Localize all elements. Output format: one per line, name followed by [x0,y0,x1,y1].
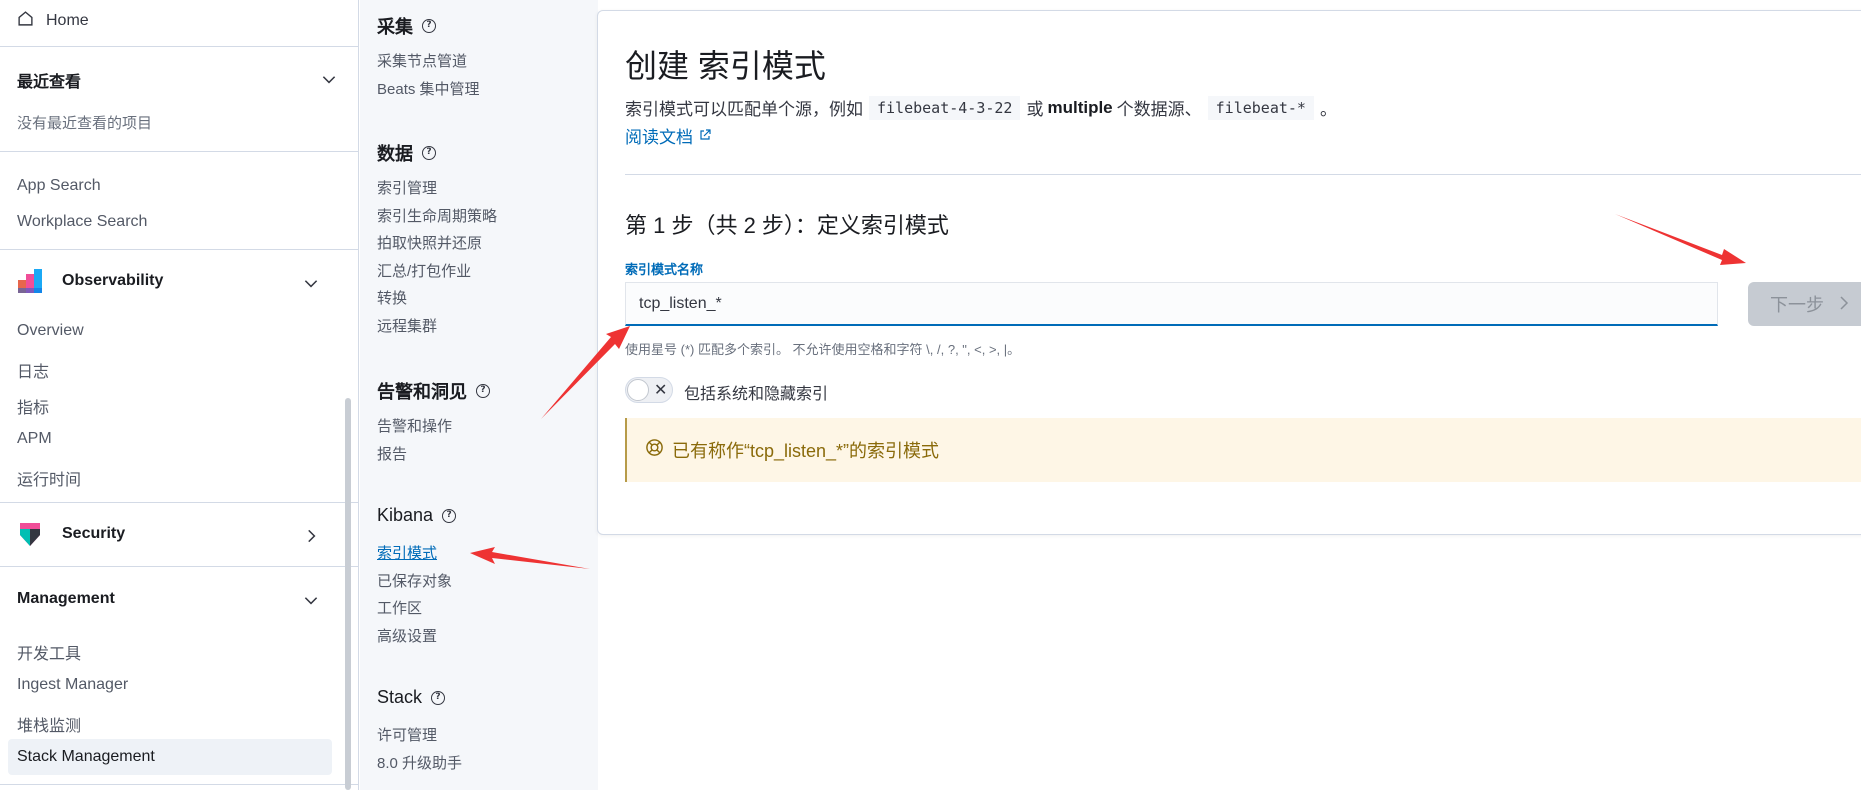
section-title-ingest: 采集? [377,13,436,39]
divider [0,784,359,785]
question-icon[interactable]: ? [442,508,457,523]
include-system-indices-label: 包括系统和隐藏索引 [684,386,829,403]
page-description: 索引模式可以匹配单个源，例如 filebeat-4-3-22 或 multipl… [625,95,1337,120]
chevron-down-icon[interactable] [302,591,320,609]
chevron-down-icon[interactable] [302,274,320,292]
read-docs-link[interactable]: 阅读文档 [625,123,711,148]
create-index-pattern-panel: 创建 索引模式 索引模式可以匹配单个源，例如 filebeat-4-3-22 或… [597,10,1861,535]
home-label: Home [46,12,89,29]
nav-reporting[interactable]: 报告 [377,443,407,464]
nav-license-management[interactable]: 许可管理 [377,724,437,745]
question-icon[interactable]: ? [476,384,490,398]
divider [0,502,359,503]
nav-index-management[interactable]: 索引管理 [377,177,437,198]
observability-item-metrics[interactable]: 指标 [17,394,49,418]
workplace-search-link[interactable]: Workplace Search [17,213,147,231]
observability-group-title[interactable]: Observability [62,272,163,290]
nav-saved-objects[interactable]: 已保存对象 [377,570,452,591]
section-title-kibana: Kibana? [377,505,457,526]
nav-alerts-actions[interactable]: 告警和操作 [377,415,452,436]
index-pattern-name-input[interactable] [625,282,1718,326]
nav-transforms[interactable]: 转换 [377,287,407,308]
question-icon[interactable]: ? [422,19,436,33]
observability-item-logs[interactable]: 日志 [17,358,49,382]
recent-group-title[interactable]: 最近查看 [17,68,81,92]
left-nav: Home 最近查看 没有最近查看的项目 App Search Workplace… [0,0,359,790]
management-side-nav: 采集? 采集节点管道 Beats 集中管理 数据? 索引管理 索引生命周期策略 … [360,0,598,790]
app-search-link[interactable]: App Search [17,177,101,195]
nav-snapshot-restore[interactable]: 拍取快照并还原 [377,232,482,253]
close-icon: ✕ [654,380,668,399]
observability-logo-icon [17,268,43,294]
nav-ingest-pipelines[interactable]: 采集节点管道 [377,50,467,71]
management-group-title[interactable]: Management [17,590,115,608]
nav-index-patterns[interactable]: 索引模式 [377,542,437,563]
recent-empty-text: 没有最近查看的项目 [17,115,153,132]
section-title-stack: Stack? [377,687,446,708]
page-title: 创建 索引模式 [625,48,826,84]
chevron-right-icon[interactable] [302,527,320,545]
nav-spaces[interactable]: 工作区 [377,597,422,618]
chevron-right-icon [1838,294,1850,315]
external-link-icon [699,126,711,146]
question-icon[interactable]: ? [431,690,446,705]
management-item-stack-monitoring[interactable]: 堆栈监测 [17,712,81,736]
nav-scrollbar[interactable] [345,398,351,790]
step-title: 第 1 步（共 2 步）：定义索引模式 [625,213,949,238]
example-code-1: filebeat-4-3-22 [869,95,1021,120]
home-icon [17,10,34,32]
divider [0,566,359,567]
management-item-dev-tools[interactable]: 开发工具 [17,640,81,664]
observability-item-uptime[interactable]: 运行时间 [17,466,81,490]
callout-text: 已有称作“tcp_listen_*”的索引模式 [672,441,940,461]
nav-advanced-settings[interactable]: 高级设置 [377,625,437,646]
nav-rollup-jobs[interactable]: 汇总/打包作业 [377,260,471,281]
nav-upgrade-assistant[interactable]: 8.0 升级助手 [377,752,462,773]
nav-index-lifecycle-policies[interactable]: 索引生命周期策略 [377,205,497,226]
example-code-2: filebeat-* [1207,95,1314,120]
field-help-text: 使用星号 (*) 匹配多个索引。 不允许使用空格和字符 \, /, ?, ", … [625,342,1021,357]
divider [625,174,1861,175]
observability-item-apm[interactable]: APM [17,430,52,448]
security-logo-icon [17,521,43,547]
home-link[interactable]: Home [17,10,89,32]
section-title-data: 数据? [377,140,436,166]
chevron-down-icon[interactable] [320,70,338,88]
management-item-stack-management[interactable]: Stack Management [17,748,155,766]
include-system-indices-toggle[interactable]: ✕ [625,377,673,403]
divider [0,249,359,250]
divider [0,46,359,47]
section-title-alerts-insights: 告警和洞见? [377,378,490,404]
next-step-button[interactable]: 下一步 [1748,282,1861,326]
help-lifebuoy-icon [645,438,664,462]
management-item-ingest-manager[interactable]: Ingest Manager [17,676,128,694]
nav-beats-central-management[interactable]: Beats 集中管理 [377,78,480,99]
question-icon[interactable]: ? [422,146,436,160]
divider [0,151,359,152]
nav-remote-clusters[interactable]: 远程集群 [377,315,437,336]
warning-callout: 已有称作“tcp_listen_*”的索引模式 [625,418,1861,482]
observability-item-overview[interactable]: Overview [17,322,84,340]
index-pattern-name-label: 索引模式名称 [625,262,704,277]
security-group-title[interactable]: Security [62,525,125,543]
